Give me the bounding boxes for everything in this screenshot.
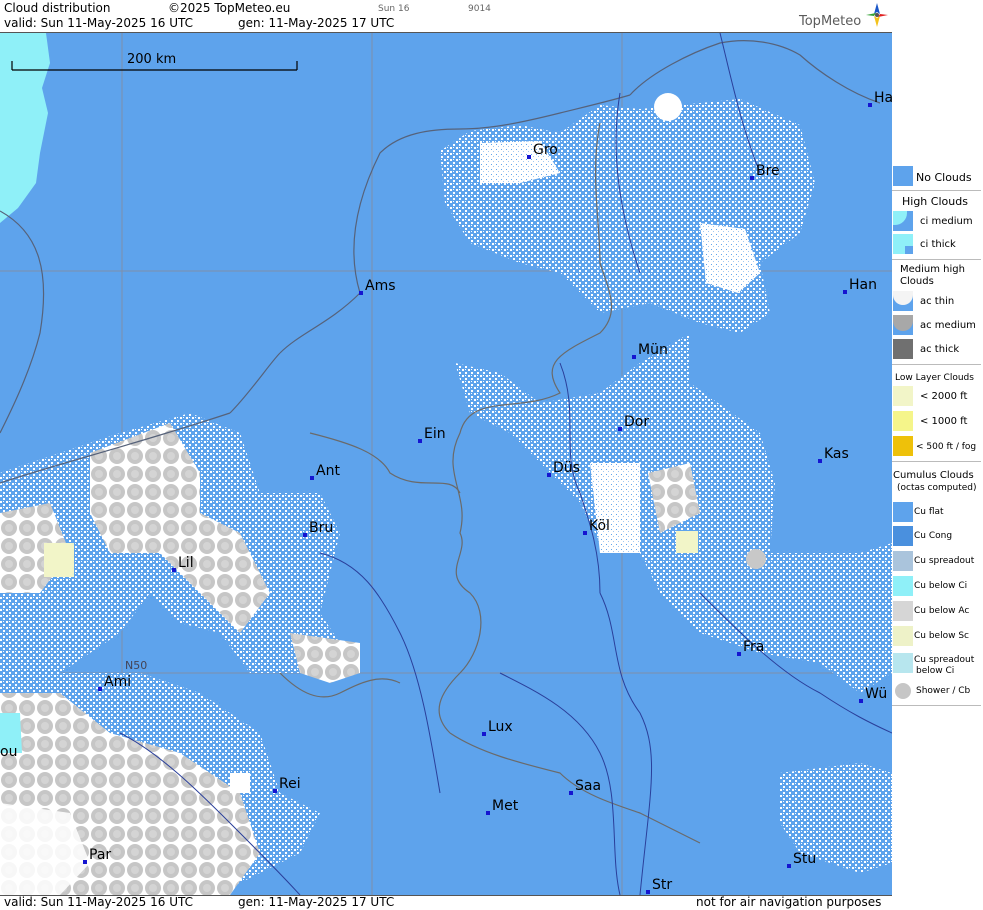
city-label: Düs — [547, 460, 580, 477]
legend-panel: No Clouds High Clouds ci medium ci thick… — [892, 0, 983, 909]
city-label: Wü — [859, 686, 887, 703]
city-label: Köl — [583, 518, 610, 535]
day-label: Sun 16 — [378, 4, 410, 14]
cloud-map[interactable]: 200 km N50 Gro Bre Ha Ams Han Mün Ein Do… — [0, 33, 893, 895]
city-label: Fra — [737, 639, 764, 656]
city-label: Rei — [273, 776, 301, 793]
city-label: Han — [843, 277, 877, 294]
footer-bar: valid: Sun 11-May-2025 16 UTC gen: 11-Ma… — [0, 895, 892, 910]
city-label: Bre — [750, 163, 780, 180]
city-label: Mün — [632, 342, 668, 359]
brand-logo-text: TopMeteo — [799, 14, 862, 29]
generated-time: gen: 11-May-2025 17 UTC — [238, 16, 395, 30]
city-label: Gro — [527, 142, 558, 159]
legend-medium-header: Medium high Clouds — [900, 264, 965, 287]
header-bar: Cloud distribution ©2025 TopMeteo.eu Sun… — [0, 0, 892, 33]
city-label: Ein — [418, 426, 446, 443]
city-label: Bru — [303, 520, 333, 537]
valid-time: valid: Sun 11-May-2025 16 UTC — [4, 16, 193, 30]
legend-high-header: High Clouds — [902, 195, 968, 208]
grid-label: N50 — [125, 659, 148, 672]
disclaimer: not for air navigation purposes — [696, 895, 882, 909]
legend-low-header: Low Layer Clouds — [895, 373, 974, 383]
city-label: Ams — [359, 278, 396, 295]
legend-cu-header: Cumulus Clouds (octas computed) — [893, 470, 977, 493]
city-label: Met — [486, 798, 518, 815]
city-label: Par — [83, 847, 111, 864]
footer-generated: gen: 11-May-2025 17 UTC — [238, 895, 395, 909]
city-label: Ha — [868, 90, 892, 107]
city-label: Stu — [787, 851, 816, 868]
city-label: Ami — [98, 674, 131, 691]
swatch-no-clouds — [893, 166, 913, 186]
city-label: Saa — [569, 778, 601, 795]
map-title: Cloud distribution — [4, 1, 111, 15]
scale-label: 200 km — [127, 52, 177, 67]
copyright: ©2025 TopMeteo.eu — [168, 1, 291, 15]
code-label: 9014 — [468, 4, 491, 14]
city-label: Ant — [310, 463, 340, 480]
city-label: Kas — [818, 446, 849, 463]
city-label: Dor — [618, 414, 649, 431]
city-label: Str — [646, 877, 672, 894]
city-label: Lux — [482, 719, 513, 736]
compass-logo-icon — [866, 3, 888, 27]
city-label: Lil — [172, 555, 194, 572]
city-label: ou — [0, 744, 18, 760]
footer-valid: valid: Sun 11-May-2025 16 UTC — [4, 895, 193, 909]
